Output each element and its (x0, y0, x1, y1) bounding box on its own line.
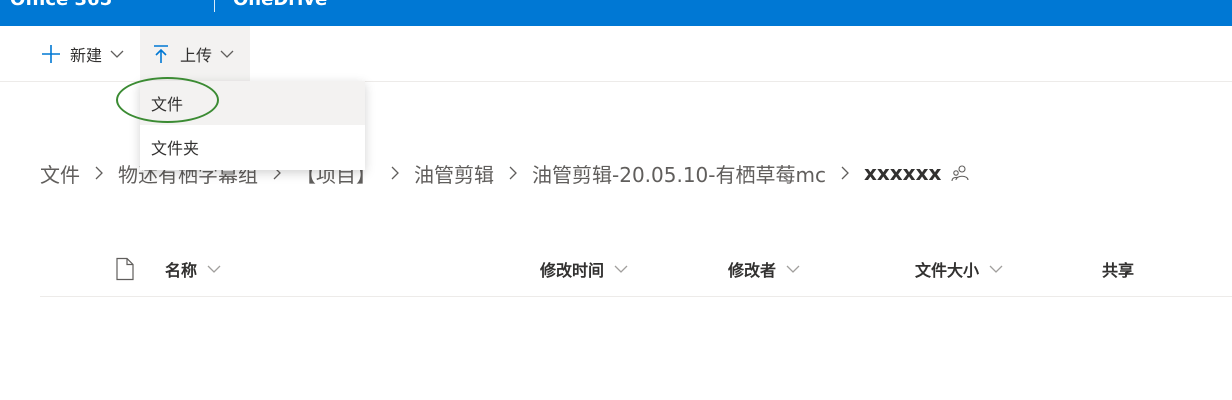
app-header: Office 365 OneDrive (0, 0, 1232, 26)
menu-item-label: 文件 (151, 95, 184, 114)
office-brand[interactable]: Office 365 (10, 0, 112, 10)
plus-icon (42, 44, 60, 63)
new-button[interactable]: 新建 (30, 26, 134, 81)
chevron-right-icon (841, 166, 849, 180)
file-list-header: 名称 修改时间 修改者 文件大小 共享 (40, 248, 1232, 297)
column-file-size[interactable]: 文件大小 (915, 248, 1003, 290)
upload-arrow-icon (154, 44, 168, 63)
upload-menu: 文件 文件夹 (140, 81, 365, 170)
upload-button[interactable]: 上传 (140, 26, 250, 81)
new-button-label: 新建 (70, 45, 103, 65)
upload-button-label: 上传 (180, 45, 213, 65)
file-type-icon[interactable] (114, 257, 136, 281)
chevron-down-icon (614, 265, 628, 273)
header-divider (214, 0, 215, 12)
chevron-right-icon (509, 166, 517, 180)
column-modified-by[interactable]: 修改者 (728, 248, 800, 290)
column-label: 文件大小 (915, 261, 980, 280)
breadcrumb-item[interactable]: 油管剪辑-20.05.10-有栖草莓mc (532, 159, 826, 188)
menu-item-folder[interactable]: 文件夹 (140, 125, 365, 169)
command-bar: 新建 上传 (0, 26, 1232, 82)
chevron-right-icon (95, 166, 103, 180)
column-sharing[interactable]: 共享 (1102, 248, 1134, 290)
chevron-down-icon (220, 50, 234, 58)
column-label: 共享 (1102, 261, 1135, 280)
chevron-down-icon (989, 265, 1003, 273)
chevron-right-icon (391, 166, 399, 180)
column-modified[interactable]: 修改时间 (540, 248, 628, 290)
column-label: 修改时间 (540, 261, 605, 280)
chevron-down-icon (786, 265, 800, 273)
column-name[interactable]: 名称 (165, 248, 221, 290)
breadcrumb-item[interactable]: 文件 (40, 159, 80, 188)
breadcrumb-item[interactable]: 油管剪辑 (414, 159, 494, 188)
column-label: 名称 (165, 261, 198, 280)
app-name[interactable]: OneDrive (233, 0, 327, 10)
chevron-down-icon (110, 50, 124, 58)
chevron-down-icon (207, 265, 221, 273)
menu-item-files[interactable]: 文件 (140, 81, 365, 125)
column-label: 修改者 (728, 261, 777, 280)
menu-item-label: 文件夹 (151, 139, 200, 158)
breadcrumb-current: xxxxxx (863, 161, 942, 185)
shared-people-icon[interactable] (951, 164, 969, 182)
